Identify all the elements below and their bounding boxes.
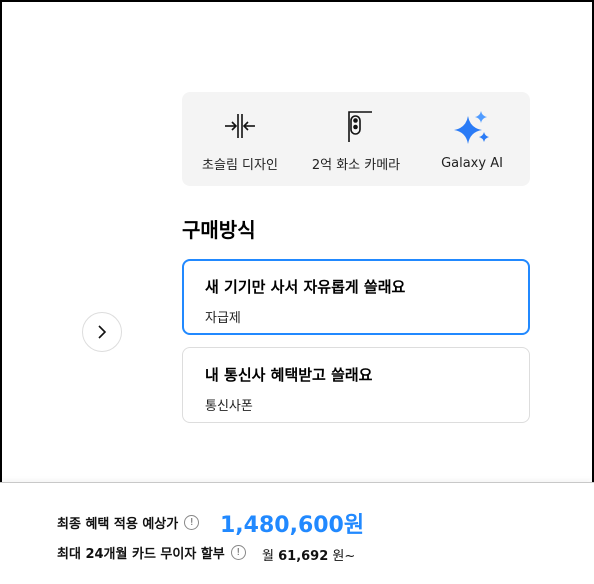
option-title: 새 기기만 사서 자유롭게 쓸래요 — [205, 278, 406, 296]
purchase-option-carrier[interactable]: 내 통신사 혜택받고 쓸래요 통신사폰 — [182, 347, 530, 423]
installment-value: 월 61,692 원~ — [262, 545, 355, 564]
feature-galaxy-ai: Galaxy AI — [417, 108, 527, 171]
installment-prefix: 월 — [262, 549, 274, 564]
installment-suffix: 원~ — [332, 549, 356, 564]
sparkle-icon — [452, 108, 492, 148]
feature-highlights: 초슬림 디자인 2억 화소 카메라 Galaxy AI — [182, 92, 530, 186]
option-subtitle: 자급제 — [205, 311, 241, 326]
final-price-value: 1,480,600원 — [220, 513, 365, 538]
camera-icon — [336, 106, 376, 146]
feature-label: 초슬림 디자인 — [202, 157, 278, 173]
feature-camera: 2억 화소 카메라 — [301, 106, 411, 173]
purchase-method-title: 구매방식 — [182, 218, 256, 242]
price-footer: 최종 혜택 적용 예상가 ! 1,480,600원 최대 24개월 카드 무이자… — [0, 483, 594, 584]
feature-label: 2억 화소 카메라 — [311, 157, 401, 173]
purchase-option-unlocked[interactable]: 새 기기만 사서 자유롭게 쓸래요 자급제 — [182, 259, 530, 335]
installment-amount: 61,692 — [278, 549, 329, 564]
final-price-label: 최종 혜택 적용 예상가 — [57, 517, 179, 532]
slim-design-icon — [220, 106, 260, 146]
feature-label: Galaxy AI — [441, 155, 503, 171]
feature-slim-design: 초슬림 디자인 — [185, 106, 295, 173]
option-title: 내 통신사 혜택받고 쓸래요 — [205, 366, 373, 384]
chevron-right-icon — [98, 325, 107, 339]
option-subtitle: 통신사폰 — [205, 399, 253, 414]
next-arrow-button[interactable] — [82, 312, 122, 352]
installment-label: 최대 24개월 카드 무이자 할부 — [57, 547, 225, 562]
installment-row: 최대 24개월 카드 무이자 할부 ! — [57, 543, 246, 562]
info-icon[interactable]: ! — [184, 515, 200, 530]
info-icon[interactable]: ! — [230, 545, 246, 560]
price-row: 최종 혜택 적용 예상가 ! — [57, 513, 200, 532]
